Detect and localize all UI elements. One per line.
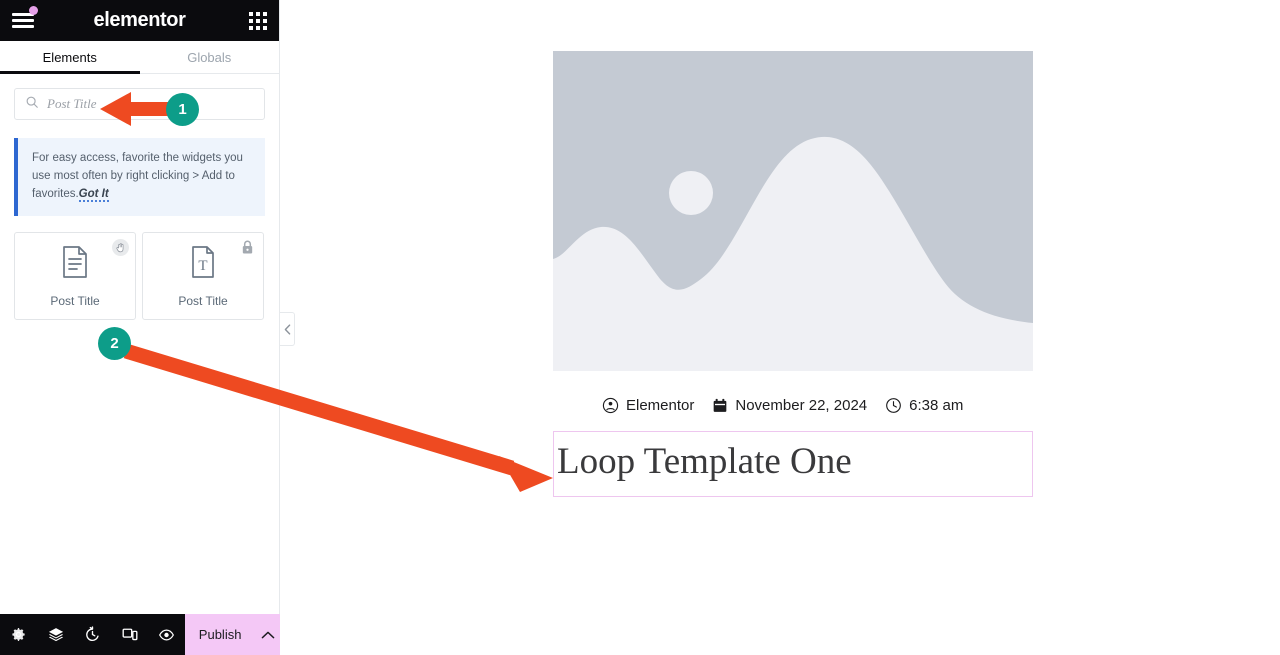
apps-grid-icon[interactable] xyxy=(249,12,267,30)
post-title-widget-selected[interactable]: Loop Template One xyxy=(553,431,1033,497)
settings-gear-icon[interactable] xyxy=(0,614,37,655)
document-text-icon: T xyxy=(188,245,218,284)
notice-body: For easy access, favorite the widgets yo… xyxy=(32,152,243,200)
widget-card-post-title-pro[interactable]: T Post Title xyxy=(142,232,264,321)
widget-card-post-title-free[interactable]: Post Title xyxy=(14,232,136,321)
meta-date: November 22, 2024 xyxy=(712,397,867,414)
post-meta: Elementor November 22, 2024 6:38 am xyxy=(553,397,1033,414)
widget-list: Post Title T Post Title xyxy=(0,216,279,321)
widget-label: Post Title xyxy=(178,293,228,308)
search-input-value: Post Title xyxy=(47,96,97,111)
calendar-icon xyxy=(714,398,727,412)
panel-collapse-toggle[interactable] xyxy=(280,312,295,346)
widget-label: Post Title xyxy=(50,293,100,308)
annotation-badge-2: 2 xyxy=(98,327,131,360)
search-area: Post Title xyxy=(0,74,279,120)
placeholder-landscape-icon xyxy=(553,51,1033,371)
svg-text:T: T xyxy=(198,258,207,274)
meta-author-text: Elementor xyxy=(626,397,695,414)
search-icon xyxy=(25,95,39,114)
annotation-badge-1: 1 xyxy=(166,93,199,126)
favorites-notice-text: For easy access, favorite the widgets yo… xyxy=(32,150,251,203)
meta-author: Elementor xyxy=(602,397,694,414)
got-it-link[interactable]: Got It xyxy=(78,187,109,202)
favorites-notice: For easy access, favorite the widgets yo… xyxy=(14,138,265,217)
tab-elements[interactable]: Elements xyxy=(0,41,140,74)
chevron-up-icon[interactable] xyxy=(255,614,280,655)
elementor-panel: elementor Elements Globals Post Title Fo… xyxy=(0,0,280,655)
preview-eye-icon[interactable] xyxy=(148,614,185,655)
document-lines-icon xyxy=(60,245,90,284)
meta-date-text: November 22, 2024 xyxy=(735,397,868,414)
elementor-logo: elementor xyxy=(93,9,186,31)
meta-time-text: 6:38 am xyxy=(909,397,964,414)
responsive-preview-icon[interactable] xyxy=(111,614,148,655)
history-revisions-icon[interactable] xyxy=(74,614,111,655)
panel-tabs: Elements Globals xyxy=(0,41,279,74)
panel-footer: Publish xyxy=(0,614,280,655)
drag-hand-icon xyxy=(112,239,129,257)
featured-image[interactable] xyxy=(553,51,1033,371)
tab-globals[interactable]: Globals xyxy=(140,41,280,73)
elementor-editor: Elementor November 22, 2024 6:38 am Loop… xyxy=(0,0,1280,655)
footer-icon-group xyxy=(0,614,185,655)
layers-navigator-icon[interactable] xyxy=(37,614,74,655)
page-title: Loop Template One xyxy=(557,441,852,482)
editor-canvas[interactable]: Elementor November 22, 2024 6:38 am Loop… xyxy=(281,0,1280,655)
hamburger-icon[interactable] xyxy=(10,6,38,33)
lock-icon xyxy=(240,239,257,256)
author-icon xyxy=(602,397,619,414)
clock-icon xyxy=(886,398,901,413)
publish-button[interactable]: Publish xyxy=(185,614,256,655)
search-input[interactable]: Post Title xyxy=(14,88,265,120)
notification-dot xyxy=(29,6,38,15)
loop-template-preview: Elementor November 22, 2024 6:38 am Loop… xyxy=(553,51,1033,497)
meta-time: 6:38 am xyxy=(885,397,963,414)
panel-header: elementor xyxy=(0,0,279,41)
